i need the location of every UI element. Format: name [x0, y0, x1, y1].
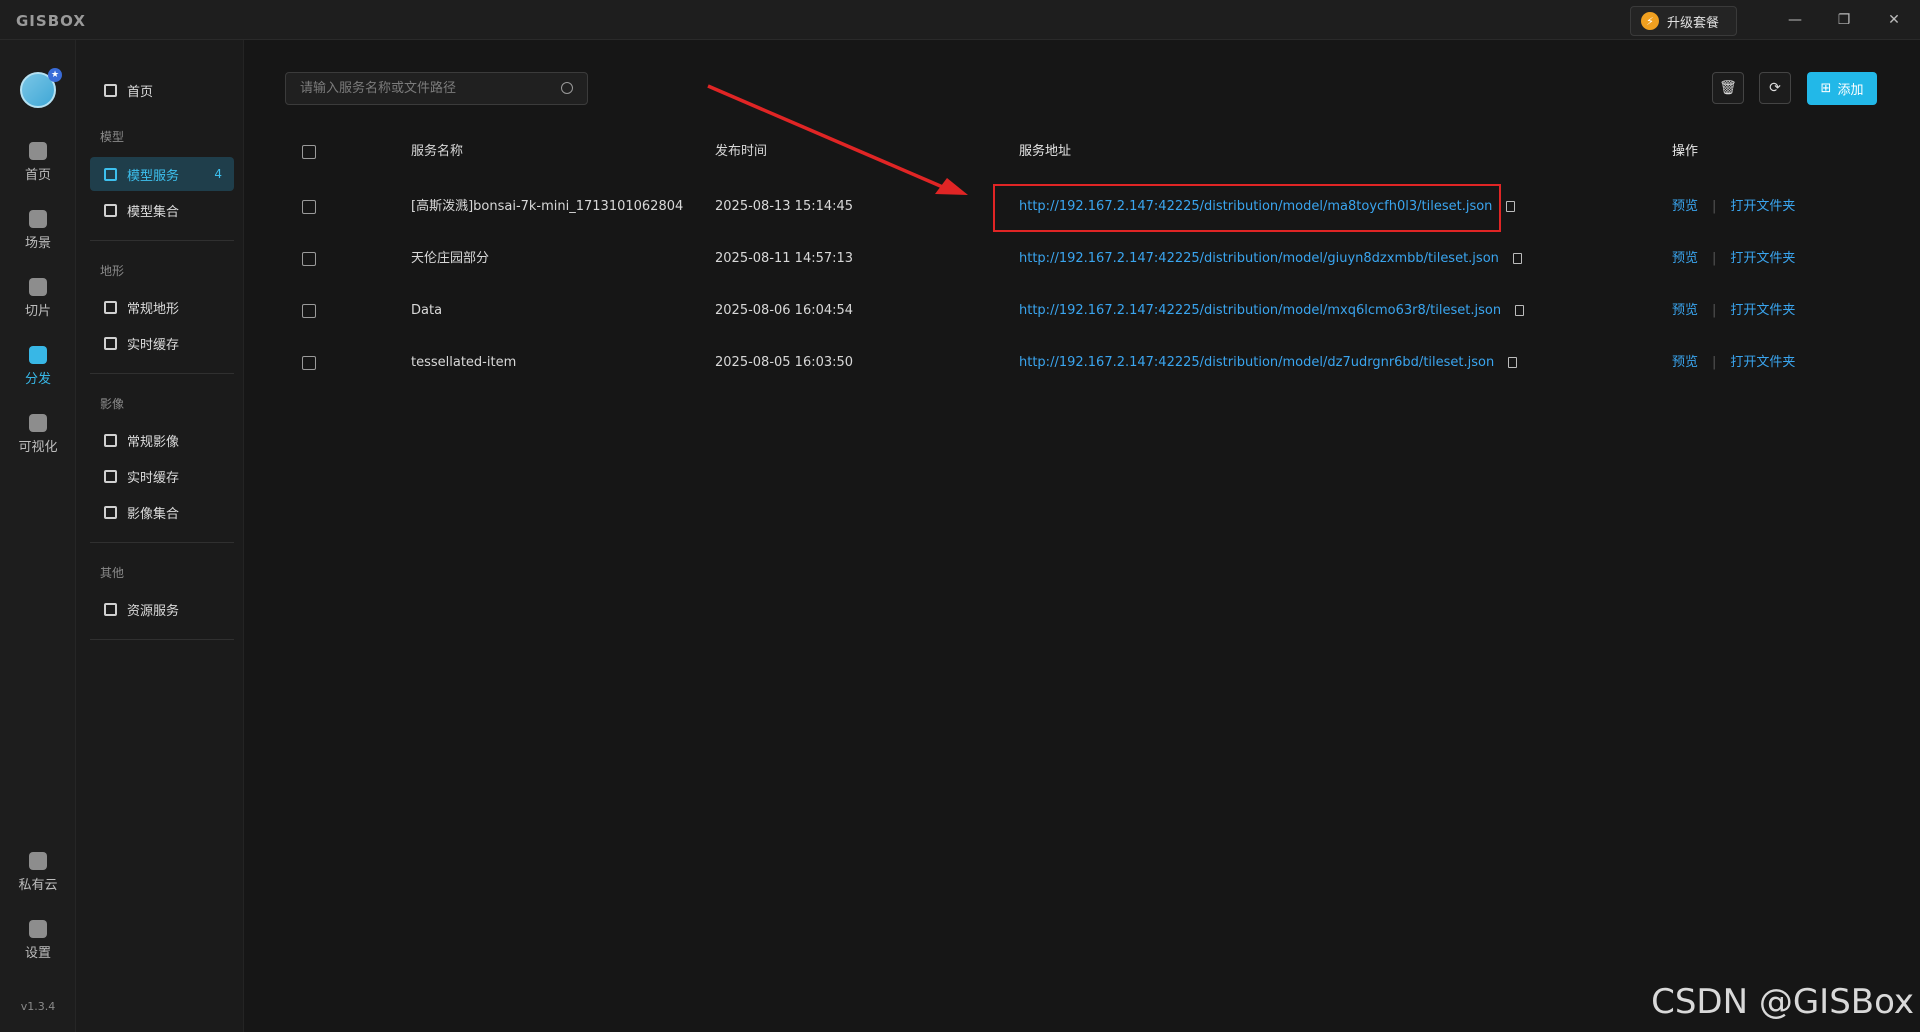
- watermark: CSDN @GISBox: [1651, 982, 1914, 1022]
- highlight-box: [993, 184, 1501, 232]
- annotation-arrow: [707, 84, 968, 195]
